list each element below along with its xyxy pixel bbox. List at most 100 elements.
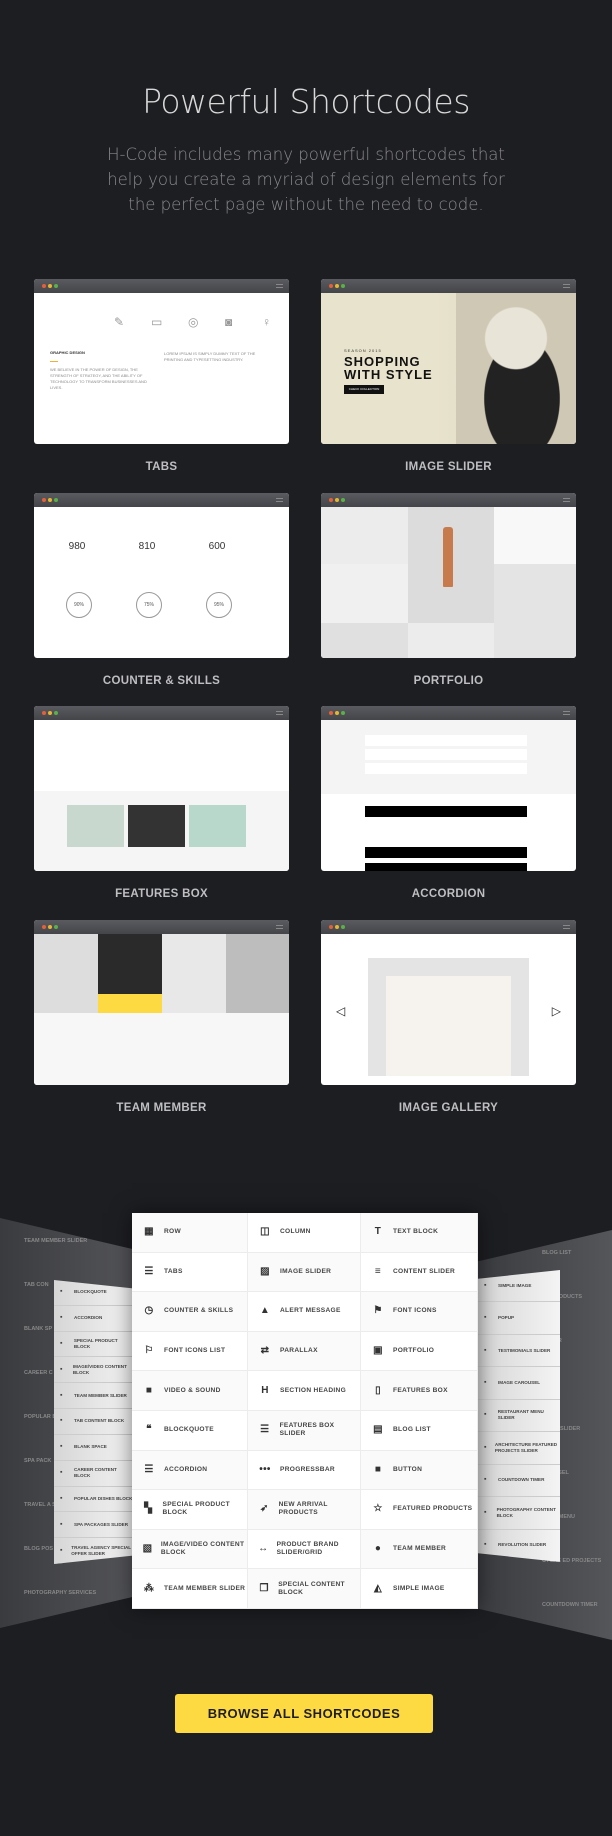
shortcode-label: ROW (164, 1228, 182, 1236)
back-panel-item: BLOG POS (24, 1546, 54, 1552)
panel-item[interactable]: ▪ CAREER CONTENT BLOCK (54, 1461, 134, 1487)
rocket-icon: ➶ (259, 1503, 269, 1515)
shortcode-item[interactable]: ▤ BLOG LIST (361, 1410, 478, 1451)
arrows-exchange-icon: ⇄ (260, 1345, 270, 1357)
shortcode-item[interactable]: ▲ ALERT MESSAGE (248, 1292, 361, 1332)
preview-portfolio[interactable] (321, 493, 576, 658)
panel-item[interactable]: ▪ BLANK SPACE (54, 1435, 134, 1461)
panel-item[interactable]: ▪ TESTIMONIALS SLIDER (478, 1335, 560, 1368)
browse-all-shortcodes-button[interactable]: BROWSE ALL SHORTCODES (175, 1694, 433, 1733)
panel-item-label: REVOLUTION SLIDER (498, 1542, 547, 1548)
window-dot-icon (54, 284, 58, 288)
shortcode-item[interactable]: ☰ ACCORDION (132, 1450, 248, 1491)
accordion-item-active[interactable] (365, 863, 527, 871)
shortcode-item[interactable]: ⚑ FONT ICONS (361, 1292, 478, 1332)
shortcode-item[interactable]: ➶ NEW ARRIVAL PRODUCTS (248, 1490, 361, 1530)
panel-item[interactable]: ▪ POPULAR DISHES BLOCK (54, 1487, 134, 1513)
shortcode-item[interactable]: ▦ ROW (132, 1213, 248, 1253)
window-dot-icon (335, 925, 339, 929)
panel-item[interactable]: ▪ PHOTOGRAPHY CONTENT BLOCK (478, 1497, 560, 1530)
panel-item[interactable]: ▪ SPA PACKAGES SLIDER (54, 1512, 134, 1539)
skill-circle: 95% (206, 592, 232, 618)
next-arrow-icon[interactable]: ▷ (552, 1004, 561, 1018)
shortcode-icon: ▪ (60, 1443, 63, 1451)
tab-icon: ♀ (262, 315, 271, 329)
shortcode-item[interactable]: ▧ IMAGE/VIDEO CONTENT BLOCK (132, 1529, 248, 1570)
panel-item[interactable]: ▪ ARCHITECTURE FEATURED PROJECTS SLIDER (478, 1432, 560, 1465)
shortcode-item[interactable]: ■ BUTTON (361, 1450, 478, 1491)
shortcode-item[interactable]: H SECTION HEADING (248, 1371, 361, 1411)
shortcode-icon: ▪ (484, 1379, 487, 1387)
shortcode-item[interactable]: ☰ FEATURES BOX SLIDER (248, 1410, 361, 1451)
shortcode-item[interactable]: ▚ SPECIAL PRODUCT BLOCK (132, 1490, 248, 1530)
accordion-item[interactable] (365, 735, 527, 746)
shortcode-item[interactable]: ↔ PRODUCT BRAND SLIDER/GRID (248, 1529, 361, 1570)
shortcode-label: SPECIAL CONTENT BLOCK (278, 1580, 345, 1596)
preview-tabs[interactable]: ✎ ▭ ◎ ◙ ♀ GRAPHIC DESIGN WE BELIEVE IN THE POW… (34, 279, 289, 444)
shortcode-label: BLOG LIST (393, 1426, 431, 1434)
shortcode-item[interactable]: ◫ COLUMN (248, 1213, 361, 1253)
shortcode-item[interactable]: ••• PROGRESSBAR (248, 1450, 361, 1491)
shortcode-item[interactable]: ≡ CONTENT SLIDER (361, 1252, 478, 1293)
panel-item[interactable]: ▪ IMAGE CAROUSEL (478, 1367, 560, 1400)
panel-item-label: RESTAURANT MENU SLIDER (497, 1409, 544, 1421)
warning-icon: ▲ (259, 1305, 271, 1317)
area-chart-icon: ◭ (374, 1582, 382, 1594)
window-titlebar (321, 920, 576, 934)
preview-accordion[interactable] (321, 706, 576, 871)
preview-features-box[interactable] (34, 706, 289, 871)
panel-item[interactable]: ▪ TAB CONTENT BLOCK (54, 1409, 134, 1435)
shortcode-item[interactable]: ◷ COUNTER & SKILLS (132, 1292, 248, 1332)
shortcode-item[interactable]: ▨ IMAGE SLIDER (248, 1252, 361, 1293)
accordion-item[interactable] (365, 763, 527, 774)
preview-counter-skills[interactable]: 980 810 600 90% 75% 95% (34, 493, 289, 658)
shortcode-item[interactable]: T TEXT BLOCK (361, 1213, 478, 1253)
shortcode-item[interactable]: ⁂ TEAM MEMBER SLIDER (132, 1569, 248, 1609)
tab-side-text: LOREM IPSUM IS SIMPLY DUMMY TEXT OF THE … (164, 351, 256, 362)
window-dot-icon (329, 925, 333, 929)
prev-arrow-icon[interactable]: ◁ (336, 1004, 345, 1018)
panel-item-label: TAB CONTENT BLOCK (74, 1418, 125, 1424)
window-dot-icon (42, 498, 46, 502)
panel-item[interactable]: ▪ TEAM MEMBER SLIDER (54, 1383, 134, 1410)
panel-item[interactable]: ▪ IMAGE/VIDEO CONTENT BLOCK (54, 1357, 134, 1384)
window-dot-icon (54, 711, 58, 715)
shortcode-label: SPECIAL PRODUCT BLOCK (162, 1501, 230, 1517)
content-slider-icon: ≡ (374, 1265, 382, 1277)
shortcode-label: FONT ICONS LIST (164, 1347, 226, 1355)
shortcode-item[interactable]: ☆ FEATURED PRODUCTS (361, 1490, 478, 1530)
panel-item[interactable]: ▪ ACCORDION (54, 1306, 134, 1332)
panel-item[interactable]: ▪ POPUP (478, 1302, 560, 1335)
back-panel-item: COUNTDOWN TIMER (542, 1602, 598, 1608)
preview-image-gallery[interactable]: ◁ ▷ (321, 920, 576, 1085)
shortcode-icon: ▪ (484, 1443, 487, 1451)
shortcode-item[interactable]: ☰ TABS (132, 1252, 248, 1293)
panel-item[interactable]: ▪ RESTAURANT MENU SLIDER (478, 1400, 560, 1433)
panel-item[interactable]: ▪ COUNTDOWN TIMER (478, 1465, 560, 1498)
accordion-item-active[interactable] (365, 806, 527, 817)
shortcode-label: BUTTON (393, 1465, 423, 1473)
shortcode-item[interactable]: ▯ FEATURES BOX (361, 1371, 478, 1411)
preview-team-member[interactable] (34, 920, 289, 1085)
panel-item-label: TRAVEL AGENCY SPECIAL OFFER SLIDER (71, 1544, 132, 1556)
tabs-icon: ☰ (144, 1265, 154, 1277)
panel-item[interactable]: ▪ SPECIAL PRODUCT BLOCK (54, 1332, 134, 1358)
slide-cta-button[interactable]: CHECK COLLECTION (344, 385, 384, 394)
back-panel-item: PHOTOGRAPHY SERVICES (24, 1590, 97, 1596)
shortcode-item[interactable]: ❝ BLOCKQUOTE (132, 1410, 248, 1451)
accordion-item-active[interactable] (365, 847, 527, 858)
shortcode-icon: ▪ (60, 1494, 63, 1502)
shortcode-item[interactable]: ● TEAM MEMBER (361, 1529, 478, 1570)
shortcode-item[interactable]: ■ VIDEO & SOUND (132, 1371, 248, 1411)
shortcode-label: VIDEO & SOUND (164, 1386, 221, 1394)
preview-image-slider[interactable]: SEASON 2015 SHOPPING WITH STYLE CHECK COLL… (321, 279, 576, 444)
window-dot-icon (335, 711, 339, 715)
shortcode-item[interactable]: ▣ PORTFOLIO (361, 1331, 478, 1372)
preview-label: ACCORDION (411, 888, 486, 900)
accordion-item[interactable] (365, 749, 527, 760)
shortcode-item[interactable]: ⚐ FONT ICONS LIST (132, 1331, 248, 1372)
shortcode-item[interactable]: ⇄ PARALLAX (248, 1331, 361, 1372)
shortcode-item[interactable]: ◭ SIMPLE IMAGE (361, 1569, 478, 1609)
shortcode-item[interactable]: ❐ SPECIAL CONTENT BLOCK (248, 1569, 361, 1609)
copy-icon: ❐ (259, 1582, 269, 1594)
